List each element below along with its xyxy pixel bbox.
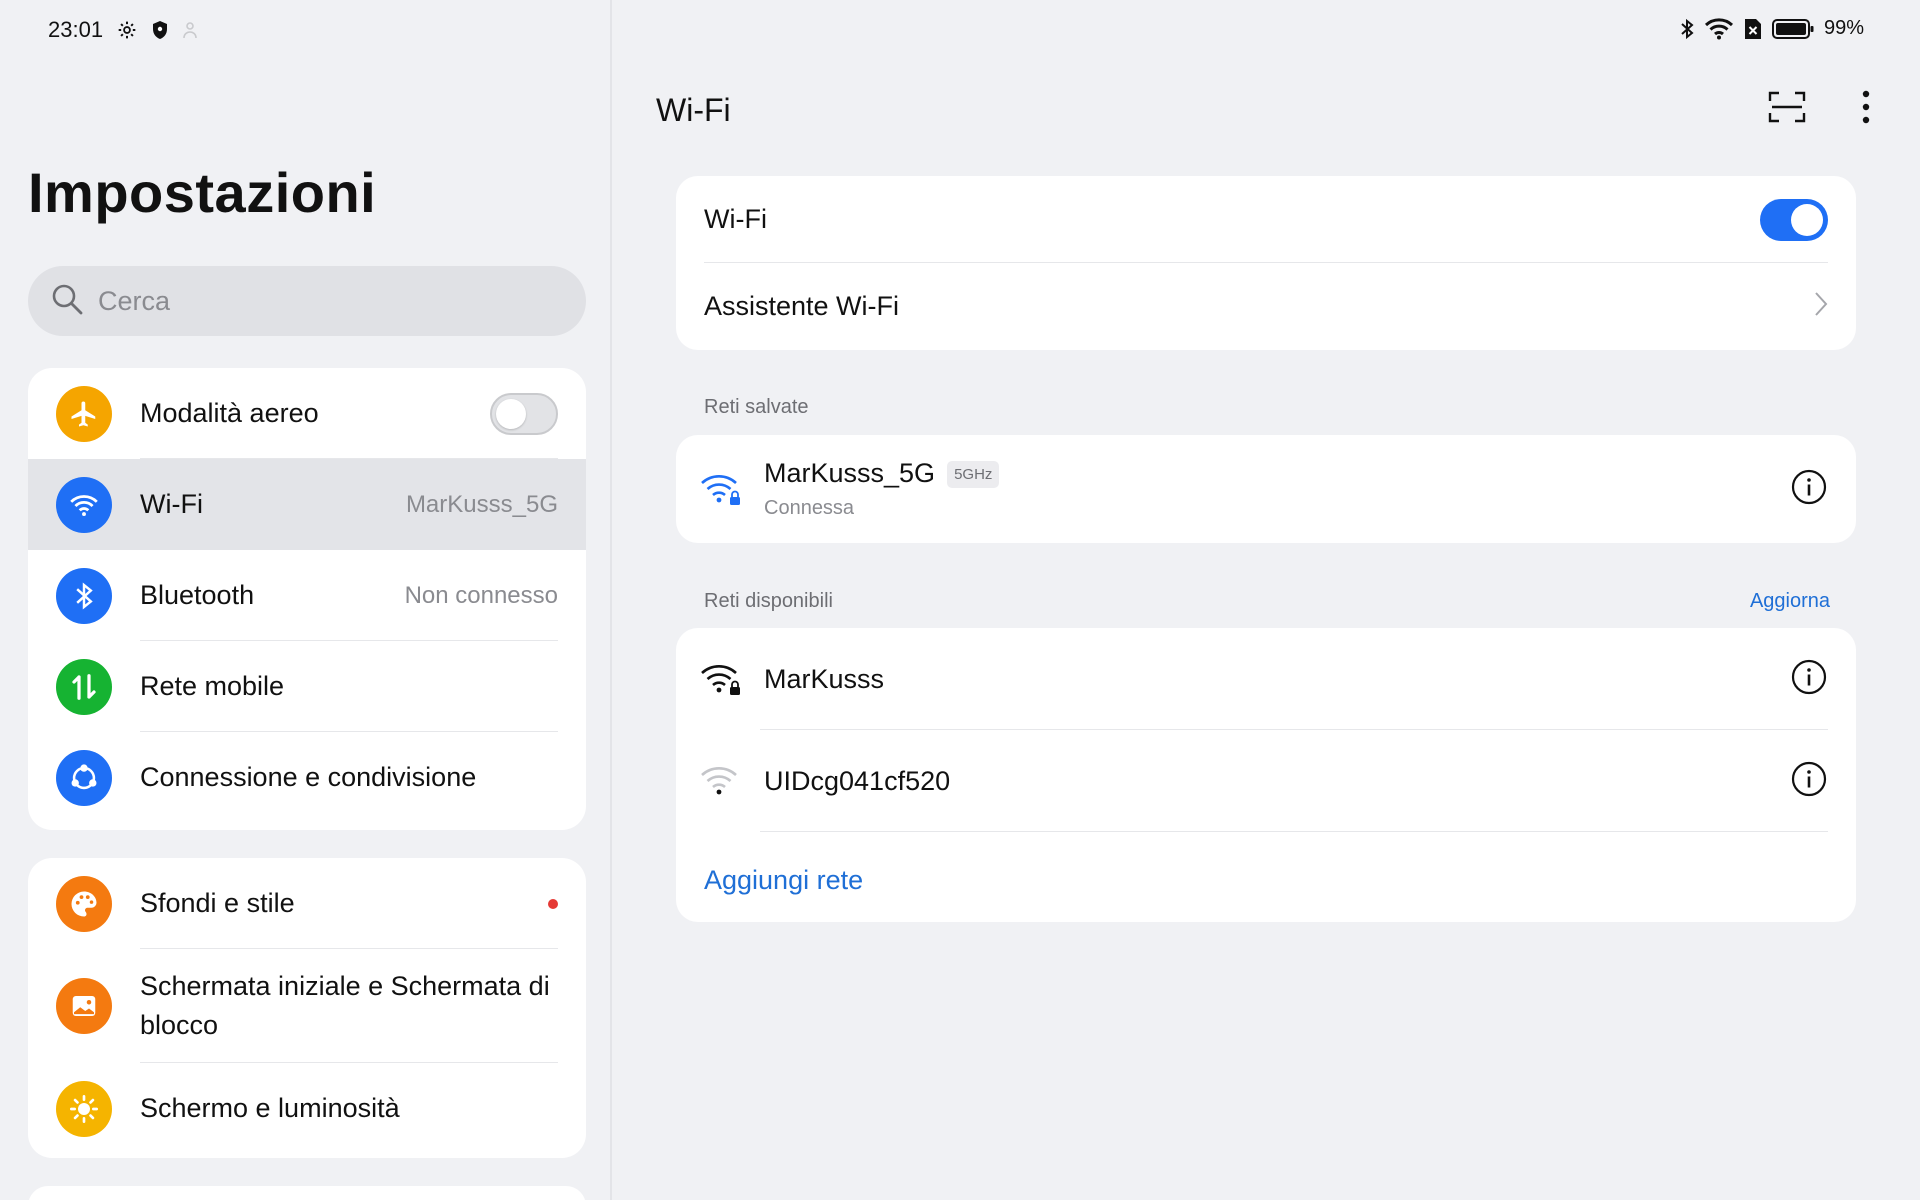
band-badge: 5GHz xyxy=(947,461,1000,489)
wifi-assistant-row[interactable]: Assistente Wi-Fi xyxy=(676,263,1856,350)
available-networks-header: Reti disponibili xyxy=(704,590,833,612)
network-name: UIDcg041cf520 xyxy=(764,765,951,796)
network-name: MarKusss xyxy=(764,663,885,694)
share-icon xyxy=(56,749,112,806)
detail-actions xyxy=(1768,90,1870,129)
wifi-assistant-label: Assistente Wi-Fi xyxy=(704,291,900,321)
network-name: MarKusss_5G xyxy=(764,458,936,488)
saved-networks-card: MarKusss_5G 5GHz Connessa xyxy=(676,435,1856,543)
saved-network-info: MarKusss_5G 5GHz Connessa xyxy=(764,458,1790,520)
wifi-weak-icon xyxy=(698,764,744,798)
wifi-lock-icon xyxy=(698,662,744,696)
gear-icon xyxy=(117,20,137,40)
sidebar-item-display-brightness[interactable]: Schermo e luminosità xyxy=(28,1063,586,1154)
person-icon xyxy=(183,21,197,39)
status-bar-right: 99% xyxy=(1680,17,1864,40)
scan-qr-icon[interactable] xyxy=(1768,90,1806,129)
wifi-detail-pane: Wi-Fi Wi-Fi Assistente Wi-Fi Reti salvat… xyxy=(612,0,1920,1200)
available-network-row[interactable]: UIDcg041cf520 xyxy=(676,730,1856,832)
sun-icon xyxy=(56,1080,112,1137)
network-info: UIDcg041cf520 xyxy=(764,766,1790,797)
personalization-group: Sfondi e stile Schermata iniziale e Sche… xyxy=(28,858,586,1158)
info-icon[interactable] xyxy=(1790,658,1828,701)
available-network-row[interactable]: MarKusss xyxy=(676,628,1856,730)
sidebar-item-home-lock-screen[interactable]: Schermata iniziale e Schermata di blocco xyxy=(28,949,586,1063)
wifi-main-card: Wi-Fi Assistente Wi-Fi xyxy=(676,176,1856,350)
palette-icon xyxy=(56,875,112,932)
airplane-icon xyxy=(56,385,112,442)
battery-level: 99% xyxy=(1823,17,1864,39)
status-bar-left: 23:01 xyxy=(48,17,197,43)
wifi-icon xyxy=(56,476,112,533)
shield-icon xyxy=(151,20,169,40)
sidebar-item-connection-sharing[interactable]: Connessione e condivisione xyxy=(28,732,586,823)
bluetooth-icon xyxy=(56,567,112,624)
settings-list-pane: Impostazioni Cerca Modalità aereo Wi-Fi … xyxy=(0,0,612,1200)
mobile-data-icon xyxy=(56,658,112,715)
wifi-toggle-row[interactable]: Wi-Fi xyxy=(676,176,1856,263)
page-title: Impostazioni xyxy=(28,161,377,224)
sidebar-item-label: Schermata iniziale e Schermata di blocco xyxy=(140,971,550,1040)
available-networks-card: MarKusss UIDcg041cf520 Aggiungi rete xyxy=(676,628,1856,922)
sidebar-item-label: Modalità aereo xyxy=(140,398,319,428)
add-network-button[interactable]: Aggiungi rete xyxy=(704,865,863,896)
chevron-right-icon xyxy=(1814,291,1828,322)
sidebar-item-bluetooth[interactable]: Bluetooth Non connesso xyxy=(28,550,586,641)
search-icon xyxy=(50,282,84,321)
sidebar-item-value: MarKusss_5G xyxy=(405,490,558,518)
sidebar-item-wallpaper-style[interactable]: Sfondi e stile xyxy=(28,858,586,949)
bluetooth-icon xyxy=(1680,18,1694,40)
refresh-button[interactable]: Aggiorna xyxy=(1750,590,1830,613)
more-settings-group xyxy=(28,1186,586,1200)
sidebar-item-label: Rete mobile xyxy=(140,671,285,701)
sidebar-item-airplane-mode[interactable]: Modalità aereo xyxy=(28,368,586,459)
sidebar-item-label: Schermo e luminosità xyxy=(140,1093,400,1123)
sidebar-item-label: Connessione e condivisione xyxy=(140,762,477,792)
detail-title: Wi-Fi xyxy=(656,92,731,128)
search-placeholder: Cerca xyxy=(98,285,171,316)
notification-dot xyxy=(548,898,558,909)
saved-network-row[interactable]: MarKusss_5G 5GHz Connessa xyxy=(676,435,1856,543)
sidebar-item-label: Wi-Fi xyxy=(140,489,203,519)
sidebar-item-label: Bluetooth xyxy=(140,580,255,610)
status-time: 23:01 xyxy=(48,17,104,42)
info-icon[interactable] xyxy=(1790,760,1828,803)
network-name-row: MarKusss_5G 5GHz xyxy=(764,458,1790,489)
sidebar-item-mobile-network[interactable]: Rete mobile xyxy=(28,641,586,732)
divider xyxy=(760,831,1828,832)
network-info: MarKusss xyxy=(764,664,1790,695)
airplane-mode-toggle[interactable] xyxy=(490,392,558,435)
more-options-icon[interactable] xyxy=(1862,90,1870,129)
settings-screen: 23:01 99% Impostazioni Cerca Modalità ae… xyxy=(0,0,1920,1200)
wifi-lock-icon xyxy=(698,472,744,506)
saved-networks-header: Reti salvate xyxy=(704,396,809,418)
wifi-toggle[interactable] xyxy=(1760,198,1828,241)
sidebar-item-wifi[interactable]: Wi-Fi MarKusss_5G xyxy=(28,459,586,550)
sim-off-icon xyxy=(1744,18,1762,40)
wifi-toggle-label: Wi-Fi xyxy=(704,204,767,234)
network-status: Connessa xyxy=(764,497,855,519)
info-icon[interactable] xyxy=(1790,468,1828,511)
wifi-icon xyxy=(1704,17,1734,40)
sidebar-item-value: Non connesso xyxy=(404,581,558,609)
sidebar-item-label: Sfondi e stile xyxy=(140,888,295,918)
search-input[interactable]: Cerca xyxy=(28,266,586,336)
connectivity-group: Modalità aereo Wi-Fi MarKusss_5G Bluetoo… xyxy=(28,368,586,830)
battery-icon xyxy=(1771,18,1814,40)
wallpaper-icon xyxy=(56,978,112,1034)
